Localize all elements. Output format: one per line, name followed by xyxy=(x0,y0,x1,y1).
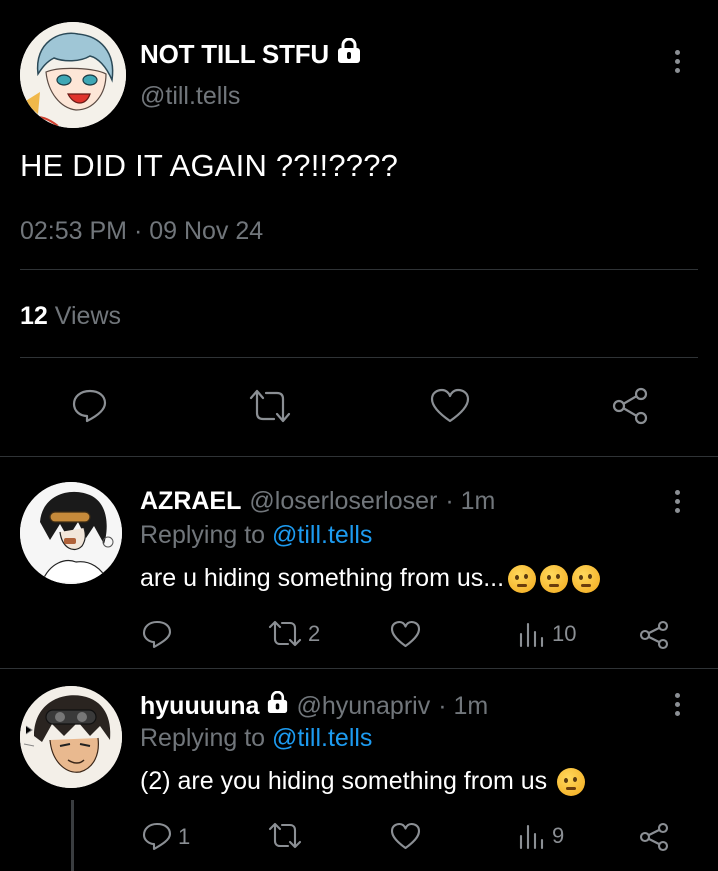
tweet-timestamp[interactable]: 02:53 PM · 09 Nov 24 xyxy=(20,217,263,246)
reply-avatar[interactable] xyxy=(20,686,122,788)
reply-text-row: (2) are you hiding something from us xyxy=(140,767,586,796)
share-icon[interactable] xyxy=(608,384,652,428)
more-icon[interactable] xyxy=(662,481,692,521)
author-handle[interactable]: @till.tells xyxy=(140,82,240,111)
author-name-row[interactable]: NOT TILL STFU xyxy=(140,37,361,71)
share-icon[interactable] xyxy=(638,620,670,650)
replying-to-line: Replying to @till.tells xyxy=(140,724,372,753)
raised-eyebrow-emoji-icon xyxy=(557,767,586,796)
share-icon[interactable] xyxy=(638,822,670,852)
replying-to-line: Replying to @till.tells xyxy=(140,521,372,550)
reply-display-name[interactable]: hyuuuuna xyxy=(140,692,259,721)
like-icon[interactable] xyxy=(428,384,472,428)
reply-text-row: are u hiding something from us... xyxy=(140,564,601,593)
reply-header[interactable]: hyuuuuna @hyunapriv · 1m xyxy=(140,690,489,721)
replying-label: Replying to xyxy=(140,521,266,549)
author-avatar[interactable] xyxy=(20,22,126,128)
views-label: Views xyxy=(54,302,122,330)
reply-display-name[interactable]: AZRAEL xyxy=(140,487,241,516)
views-count: 10 xyxy=(552,621,577,646)
reply-handle[interactable]: @loserloserloser xyxy=(249,487,437,516)
lock-icon xyxy=(337,37,361,71)
divider xyxy=(20,269,698,270)
analytics-icon xyxy=(519,824,544,850)
like-icon[interactable] xyxy=(390,822,421,850)
raised-eyebrow-emoji-icon xyxy=(572,564,601,593)
views-stat[interactable]: 12 Views xyxy=(20,302,121,331)
views-count: 12 xyxy=(20,302,48,330)
reply-icon[interactable] xyxy=(68,384,112,428)
more-icon[interactable] xyxy=(662,41,692,81)
views-stat[interactable]: 10 xyxy=(518,620,576,648)
retweet-icon[interactable] xyxy=(248,384,292,428)
reply-text: are u hiding something from us... xyxy=(140,564,505,592)
author-display-name[interactable]: NOT TILL STFU xyxy=(140,39,329,70)
raised-eyebrow-emoji-icon xyxy=(508,564,537,593)
divider xyxy=(0,456,718,457)
replying-label: Replying to xyxy=(140,724,266,752)
reply-handle[interactable]: @hyunapriv xyxy=(296,692,430,721)
thread-line xyxy=(71,800,74,871)
divider xyxy=(20,357,698,358)
more-icon[interactable] xyxy=(662,684,692,724)
retweet-icon xyxy=(268,620,302,647)
replying-to-link[interactable]: @till.tells xyxy=(272,724,372,752)
like-icon[interactable] xyxy=(390,620,421,648)
reply-icon xyxy=(142,822,172,851)
reply-time: · 1m xyxy=(438,691,489,720)
tweet-text: HE DID IT AGAIN ??!!???? xyxy=(20,148,399,183)
analytics-icon xyxy=(519,622,544,648)
reply-text: (2) are you hiding something from us xyxy=(140,767,548,795)
replying-to-link[interactable]: @till.tells xyxy=(272,521,372,549)
retweet-stat[interactable]: 2 xyxy=(268,620,320,647)
views-count: 9 xyxy=(552,823,565,848)
divider xyxy=(0,668,718,669)
reply-icon[interactable] xyxy=(142,620,172,649)
reply-header[interactable]: AZRAEL @loserloserloser · 1m xyxy=(140,487,495,516)
reply-count: 1 xyxy=(178,823,191,849)
retweet-icon[interactable] xyxy=(268,822,302,849)
reply-stat[interactable]: 1 xyxy=(142,822,190,851)
reply-avatar[interactable] xyxy=(20,482,122,584)
reply-time: · 1m xyxy=(445,487,496,515)
lock-icon xyxy=(267,690,288,721)
raised-eyebrow-emoji-icon xyxy=(540,564,569,593)
views-stat[interactable]: 9 xyxy=(518,822,564,850)
retweet-count: 2 xyxy=(308,620,321,646)
